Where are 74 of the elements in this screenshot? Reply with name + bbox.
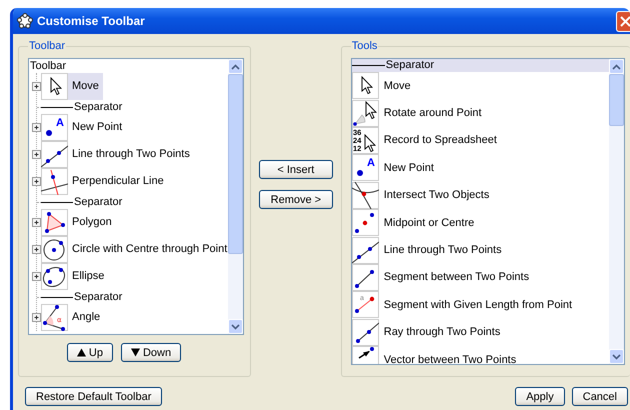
midpoint-icon [354,213,374,234]
tool-item[interactable]: Line through Two Points [382,244,503,256]
intersection-icon [352,182,379,209]
perpendicular-line-icon [41,170,68,195]
icon-label: A [366,157,375,170]
line-icon [352,241,379,264]
close-icon [620,16,630,27]
circle-icon [44,240,64,260]
scrollbar-thumb[interactable] [228,74,243,254]
scroll-up-icon [231,64,240,70]
scrollbar-thumb[interactable] [608,74,624,126]
expand-icon[interactable] [32,245,41,254]
up-button[interactable]: Up [66,343,113,362]
insert-button[interactable]: < Insert [258,160,333,179]
tree-item[interactable]: Perpendicular Line [68,168,168,195]
tool-item[interactable]: Move [382,80,412,92]
window-title: Customise Toolbar [37,14,145,28]
triangle-icon [45,212,65,233]
point-icon [356,170,363,176]
separator-item[interactable]: Separator [352,59,609,72]
group-title: Tools [350,40,378,52]
expand-icon[interactable] [32,177,41,186]
apply-button[interactable]: Apply [515,387,565,406]
expand-icon[interactable] [32,218,41,227]
scroll-down-icon [231,324,240,330]
tool-item[interactable]: Ray through Two Points [382,326,502,338]
line-icon [41,146,68,168]
expand-icon[interactable] [32,313,41,322]
expand-icon[interactable] [32,150,41,159]
segment-icon [354,297,374,314]
tool-item[interactable]: Intersect Two Objects [382,189,490,202]
tool-item[interactable]: Midpoint or Centre [382,216,476,229]
scrollbar[interactable] [608,59,624,364]
up-arrow-icon [76,348,86,357]
segment-icon [354,270,374,288]
tree-item[interactable]: Polygon [68,209,116,236]
separator-item[interactable]: Separator [73,291,124,303]
down-arrow-icon [130,348,140,357]
down-button[interactable]: Down [120,343,182,362]
cancel-button[interactable]: Cancel [572,387,628,406]
point-icon [46,130,52,136]
scrollbar[interactable] [228,59,243,334]
tool-item[interactable]: Vector between Two Points [382,354,518,364]
tree-item[interactable]: Ellipse [68,263,108,290]
remove-button[interactable]: Remove > [258,190,333,209]
gear-icon [17,13,33,29]
icon-label: A [56,117,64,129]
vector-icon [358,347,374,359]
angle-icon [43,305,65,331]
expand-icon[interactable] [32,82,41,91]
tree-item[interactable]: Angle [68,304,104,331]
tree-item[interactable]: Move [68,73,103,100]
separator-item[interactable]: Separator [73,196,124,208]
tree-root[interactable]: Toolbar [29,59,66,73]
cursor-icon [50,76,62,96]
tree-item[interactable]: New Point [68,114,126,141]
tool-item[interactable]: Rotate around Point [382,107,483,120]
tree-item[interactable]: Circle with Centre through Point [68,236,228,263]
tool-item[interactable]: Segment with Given Length from Point [382,298,574,311]
tool-item[interactable]: Record to Spreadsheet [382,134,498,146]
close-button[interactable] [616,11,630,32]
ellipse-icon [42,266,66,288]
scroll-up-icon [612,64,621,70]
separator-item[interactable]: Separator [73,101,124,113]
expand-icon[interactable] [32,123,41,132]
restore-default-button[interactable]: Restore Default Toolbar [25,387,162,406]
expand-icon[interactable] [32,272,41,281]
cursor-icon [361,76,373,94]
scroll-down-icon [612,354,621,360]
tool-item[interactable]: New Point [382,162,435,174]
tree-item[interactable]: Line through Two Points [68,141,194,168]
group-title: Toolbar [28,40,66,52]
tool-item[interactable]: Segment between Two Points [382,271,530,284]
ray-icon [356,322,379,343]
